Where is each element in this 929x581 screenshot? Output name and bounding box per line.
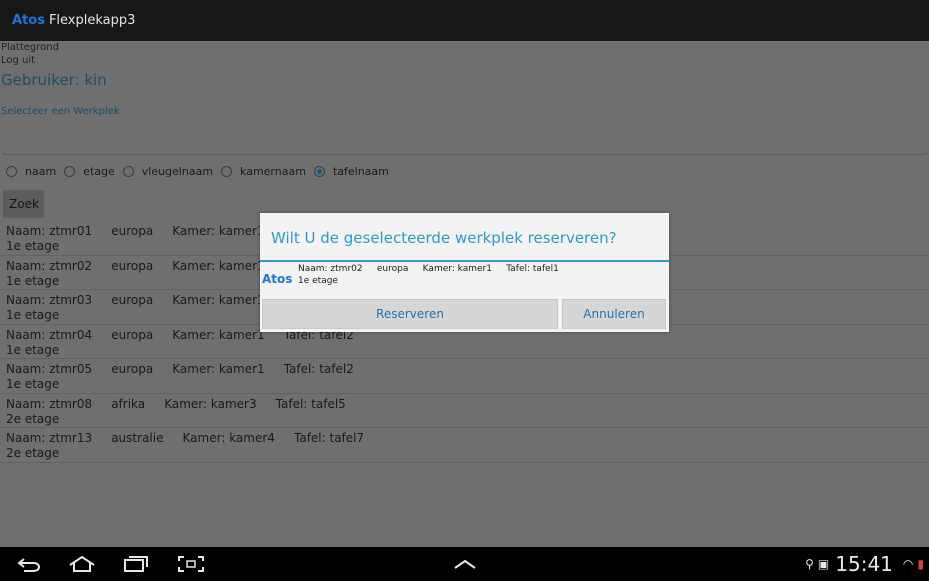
radio-kamernaam-label: kamernaam (240, 165, 306, 178)
app-title: Flexplekapp3 (48, 13, 136, 28)
home-icon[interactable] (68, 555, 95, 572)
list-item-title: Naam: ztmr05 europa Kamer: kamer1 Tafel:… (6, 362, 354, 376)
radio-kamernaam[interactable] (221, 166, 233, 177)
usb-icon: ⚲ (805, 557, 814, 571)
search-button[interactable]: Zoek (3, 190, 44, 218)
status-area: ⚲ ▣ 15:41 ◠ ▮ (801, 552, 924, 576)
filter-radio-group: naam etage vleugelnaam kamernaam tafelna… (6, 165, 397, 178)
recent-apps-icon[interactable] (122, 556, 148, 572)
search-input[interactable] (3, 151, 927, 155)
reserve-button[interactable]: Reserveren (262, 299, 558, 329)
image-notification-icon: ▣ (817, 557, 830, 571)
select-label: Selecteer een Werkplek (1, 106, 120, 117)
radio-vleugelnaam[interactable] (122, 166, 134, 177)
radio-etage[interactable] (64, 166, 76, 177)
dialog-workplace-info: Naam: ztmr02 europa Kamer: kamer1 Tafel:… (298, 264, 559, 274)
chevron-up-icon[interactable] (452, 556, 478, 572)
list-item-floor: 1e etage (6, 273, 60, 288)
dialog-workplace-floor: 1e etage (298, 276, 338, 286)
list-item-title: Naam: ztmr03 europa Kamer: kamer1 (6, 293, 265, 307)
clock: 15:41 (835, 552, 893, 576)
action-bar: Atos Flexplekapp3 (0, 0, 929, 41)
battery-icon: ▮ (917, 557, 924, 571)
dialog-atos-logo: Atos (262, 272, 293, 286)
list-item-floor: 1e etage (6, 342, 60, 357)
list-item[interactable]: Naam: ztmr05 europa Kamer: kamer1 Tafel:… (0, 359, 929, 394)
user-label: Gebruiker: kin (1, 71, 107, 89)
reserve-dialog: Wilt U de geselecteerde werkplek reserve… (260, 213, 669, 332)
logout-link[interactable]: Log uit (1, 55, 35, 66)
list-item-title: Naam: ztmr02 europa Kamer: kamer1 (6, 258, 265, 273)
atos-logo: Atos (12, 13, 45, 28)
plattegrond-link[interactable]: Plattegrond (1, 42, 59, 53)
radio-tafelnaam-label: tafelnaam (332, 165, 389, 178)
back-icon[interactable] (16, 556, 42, 572)
radio-etage-label: etage (83, 165, 115, 178)
list-item[interactable]: Naam: ztmr08 afrika Kamer: kamer3 Tafel:… (0, 394, 929, 428)
list-item-floor: 2e etage (6, 446, 60, 460)
list-item-title: Naam: ztmr13 australie Kamer: kamer4 Taf… (6, 431, 365, 445)
dialog-title: Wilt U de geselecteerde werkplek reserve… (271, 229, 617, 247)
list-item[interactable]: Naam: ztmr13 australie Kamer: kamer4 Taf… (0, 428, 929, 463)
list-item-floor: 1e etage (6, 239, 60, 253)
radio-vleugelnaam-label: vleugelnaam (141, 165, 214, 178)
list-item-title: Naam: ztmr08 afrika Kamer: kamer3 Tafel:… (6, 396, 346, 411)
list-item-title: Naam: ztmr01 europa Kamer: kamer1 (6, 224, 265, 238)
radio-naam[interactable] (6, 166, 17, 177)
cancel-button[interactable]: Annuleren (562, 299, 666, 329)
list-item-floor: 1e etage (6, 377, 60, 391)
screenshot-icon[interactable] (178, 556, 204, 572)
wifi-icon: ◠ (902, 557, 914, 571)
radio-tafelnaam[interactable] (313, 166, 325, 177)
list-item-floor: 2e etage (6, 411, 60, 426)
dialog-divider (260, 260, 669, 262)
system-navigation-bar: ⚲ ▣ 15:41 ◠ ▮ (0, 547, 929, 581)
list-item-floor: 1e etage (6, 308, 60, 322)
radio-naam-label: naam (25, 165, 57, 178)
